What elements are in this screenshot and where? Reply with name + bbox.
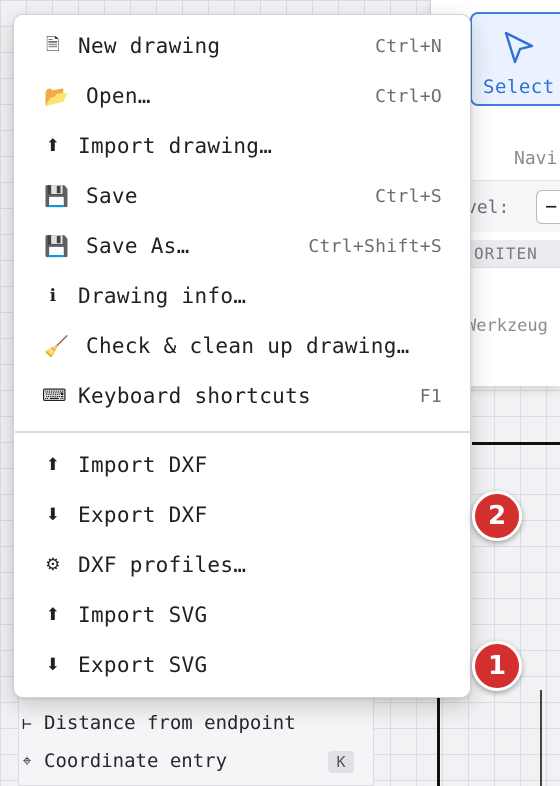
menu-item-shortcut: Ctrl+N xyxy=(375,35,442,57)
menu-item-save-as[interactable]: 💾 Save As… Ctrl+Shift+S xyxy=(14,222,470,270)
floppy-disk-icon: 💾 xyxy=(44,184,70,208)
menu-item-label: Save xyxy=(86,184,138,208)
menu-item-save[interactable]: 💾 Save Ctrl+S xyxy=(14,172,470,220)
menu-item-label: New drawing xyxy=(78,34,221,58)
drawing-line-horizontal xyxy=(472,442,560,445)
menu-item-label: DXF profiles… xyxy=(78,553,247,577)
keyboard-icon: ⌨ xyxy=(42,386,67,406)
menu-item-shortcut: F1 xyxy=(419,385,442,407)
menu-item-label: Import DXF xyxy=(78,453,208,477)
annotation-badge-2: 2 xyxy=(472,491,522,541)
level-label: vel: xyxy=(466,197,510,218)
menu-item-import-dxf[interactable]: ⬆ Import DXF xyxy=(14,441,470,489)
upload-arrow-icon: ⬆ xyxy=(45,136,61,156)
upload-arrow-icon: ⬆ xyxy=(45,455,61,475)
new-document-icon: 🗎 xyxy=(46,34,60,55)
menu-item-shortcut: Ctrl+Shift+S xyxy=(308,235,442,257)
open-folder-icon: 📂 xyxy=(44,84,70,108)
menu-divider xyxy=(15,431,471,433)
tab-navigation[interactable]: Navi xyxy=(514,148,557,169)
menu-item-keyboard-shortcuts[interactable]: ⌨ Keyboard shortcuts F1 xyxy=(14,372,470,420)
level-stepper[interactable]: − xyxy=(536,190,560,224)
menu-item-label: Export DXF xyxy=(78,503,208,527)
menu-item-dxf-profiles[interactable]: ⚙ DXF profiles… xyxy=(14,541,470,589)
menu-item-drawing-info[interactable]: ℹ Drawing info… xyxy=(14,272,470,320)
gear-icon: ⚙ xyxy=(45,555,61,575)
menu-item-shortcut: Ctrl+S xyxy=(375,185,442,207)
menu-item-export-svg[interactable]: ⬇ Export SVG xyxy=(14,641,470,689)
menu-item-import-drawing[interactable]: ⬆ Import drawing… xyxy=(14,122,470,170)
file-menu: 🗎 New drawing Ctrl+N 📂 Open… Ctrl+O ⬆ Im… xyxy=(13,14,471,698)
snap-coordinate-entry[interactable]: ⌖ Coordinate entry xyxy=(20,747,227,775)
crosshair-icon: ⌖ xyxy=(22,751,32,770)
menu-item-label: Keyboard shortcuts xyxy=(78,384,311,408)
favorites-header-label: ORITEN xyxy=(474,244,538,263)
cursor-arrow-icon xyxy=(504,31,534,64)
snap-distance-from-endpoint[interactable]: ⊢ Distance from endpoint xyxy=(20,709,296,737)
menu-item-label: Import drawing… xyxy=(78,134,273,158)
menu-item-label: Drawing info… xyxy=(78,284,247,308)
info-icon: ℹ xyxy=(49,286,57,306)
drawing-line-vertical-right xyxy=(540,690,542,786)
select-tool-button[interactable]: Select xyxy=(470,12,560,106)
floppy-disk-icon: 💾 xyxy=(44,234,70,258)
menu-item-import-svg[interactable]: ⬆ Import SVG xyxy=(14,591,470,639)
upload-arrow-icon: ⬆ xyxy=(45,605,61,625)
distance-icon: ⊢ xyxy=(22,713,32,733)
favorites-empty-text: Werkzeug xyxy=(466,316,548,336)
menu-item-label: Save As… xyxy=(86,234,190,258)
menu-item-label: Open… xyxy=(86,84,151,108)
broom-icon: 🧹 xyxy=(44,334,70,358)
select-tool-label: Select xyxy=(483,76,555,98)
download-arrow-icon: ⬇ xyxy=(45,655,61,675)
menu-item-new-drawing[interactable]: 🗎 New drawing Ctrl+N xyxy=(14,22,470,70)
snap-row-label: Distance from endpoint xyxy=(44,712,296,734)
annotation-badge-1: 1 xyxy=(472,641,522,691)
drawing-line-vertical xyxy=(437,690,440,786)
download-arrow-icon: ⬇ xyxy=(45,505,61,525)
menu-item-open[interactable]: 📂 Open… Ctrl+O xyxy=(14,72,470,120)
menu-item-shortcut: Ctrl+O xyxy=(375,85,442,107)
menu-item-label: Export SVG xyxy=(78,653,208,677)
menu-item-check-clean-up[interactable]: 🧹 Check & clean up drawing… xyxy=(14,322,470,370)
menu-item-export-dxf[interactable]: ⬇ Export DXF xyxy=(14,491,470,539)
shortcut-key-badge: K xyxy=(328,751,354,773)
menu-item-label: Import SVG xyxy=(78,603,208,627)
menu-item-label: Check & clean up drawing… xyxy=(86,334,410,358)
snap-row-label: Coordinate entry xyxy=(44,750,228,772)
